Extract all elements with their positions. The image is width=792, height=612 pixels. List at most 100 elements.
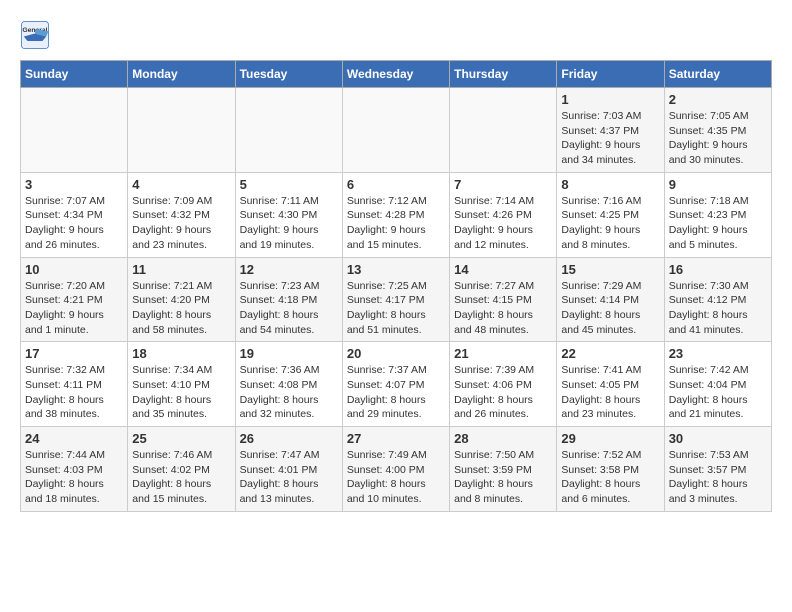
day-number: 28: [454, 431, 552, 446]
calendar-cell: 14 Sunrise: 7:27 AM Sunset: 4:15 PM Dayli…: [450, 257, 557, 342]
day-number: 13: [347, 262, 445, 277]
calendar-cell: 16 Sunrise: 7:30 AM Sunset: 4:12 PM Dayli…: [664, 257, 771, 342]
day-number: 21: [454, 346, 552, 361]
logo: General: [20, 20, 54, 50]
calendar-cell: [342, 88, 449, 173]
day-info: Sunrise: 7:41 AM Sunset: 4:05 PM Dayligh…: [561, 363, 659, 422]
day-info: Sunrise: 7:14 AM Sunset: 4:26 PM Dayligh…: [454, 194, 552, 253]
calendar-cell: 10 Sunrise: 7:20 AM Sunset: 4:21 PM Dayli…: [21, 257, 128, 342]
calendar-cell: 19 Sunrise: 7:36 AM Sunset: 4:08 PM Dayli…: [235, 342, 342, 427]
day-number: 22: [561, 346, 659, 361]
calendar-cell: 29Sunrise: 7:52 AM Sunset: 3:58 PM Dayli…: [557, 427, 664, 512]
day-info: Sunrise: 7:05 AM Sunset: 4:35 PM Dayligh…: [669, 109, 767, 168]
day-info: Sunrise: 7:29 AM Sunset: 4:14 PM Dayligh…: [561, 279, 659, 338]
column-header-saturday: Saturday: [664, 61, 771, 88]
day-number: 19: [240, 346, 338, 361]
week-row-4: 17 Sunrise: 7:32 AM Sunset: 4:11 PM Dayli…: [21, 342, 772, 427]
day-number: 4: [132, 177, 230, 192]
day-info: Sunrise: 7:03 AM Sunset: 4:37 PM Dayligh…: [561, 109, 659, 168]
day-info: Sunrise: 7:09 AM Sunset: 4:32 PM Dayligh…: [132, 194, 230, 253]
day-info: Sunrise: 7:52 AM Sunset: 3:58 PM Dayligh…: [561, 448, 659, 507]
day-info: Sunrise: 7:44 AM Sunset: 4:03 PM Dayligh…: [25, 448, 123, 507]
day-info: Sunrise: 7:30 AM Sunset: 4:12 PM Dayligh…: [669, 279, 767, 338]
day-info: Sunrise: 7:53 AM Sunset: 3:57 PM Dayligh…: [669, 448, 767, 507]
day-number: 2: [669, 92, 767, 107]
calendar-cell: 17 Sunrise: 7:32 AM Sunset: 4:11 PM Dayli…: [21, 342, 128, 427]
calendar-cell: 26 Sunrise: 7:47 AM Sunset: 4:01 PM Dayli…: [235, 427, 342, 512]
calendar-cell: 11Sunrise: 7:21 AM Sunset: 4:20 PM Dayli…: [128, 257, 235, 342]
day-info: Sunrise: 7:39 AM Sunset: 4:06 PM Dayligh…: [454, 363, 552, 422]
day-number: 9: [669, 177, 767, 192]
calendar-cell: 5 Sunrise: 7:11 AM Sunset: 4:30 PM Daylig…: [235, 172, 342, 257]
column-header-wednesday: Wednesday: [342, 61, 449, 88]
day-number: 16: [669, 262, 767, 277]
day-number: 30: [669, 431, 767, 446]
day-number: 12: [240, 262, 338, 277]
day-info: Sunrise: 7:49 AM Sunset: 4:00 PM Dayligh…: [347, 448, 445, 507]
day-info: Sunrise: 7:46 AM Sunset: 4:02 PM Dayligh…: [132, 448, 230, 507]
day-info: Sunrise: 7:34 AM Sunset: 4:10 PM Dayligh…: [132, 363, 230, 422]
day-number: 18: [132, 346, 230, 361]
calendar-cell: 30 Sunrise: 7:53 AM Sunset: 3:57 PM Dayli…: [664, 427, 771, 512]
calendar-cell: 7 Sunrise: 7:14 AM Sunset: 4:26 PM Daylig…: [450, 172, 557, 257]
week-row-5: 24 Sunrise: 7:44 AM Sunset: 4:03 PM Dayli…: [21, 427, 772, 512]
calendar-cell: 27 Sunrise: 7:49 AM Sunset: 4:00 PM Dayli…: [342, 427, 449, 512]
day-number: 26: [240, 431, 338, 446]
day-info: Sunrise: 7:25 AM Sunset: 4:17 PM Dayligh…: [347, 279, 445, 338]
day-info: Sunrise: 7:50 AM Sunset: 3:59 PM Dayligh…: [454, 448, 552, 507]
logo-icon: General: [20, 20, 50, 50]
day-number: 24: [25, 431, 123, 446]
calendar-table: SundayMondayTuesdayWednesdayThursdayFrid…: [20, 60, 772, 512]
calendar-cell: 9 Sunrise: 7:18 AM Sunset: 4:23 PM Daylig…: [664, 172, 771, 257]
calendar-cell: 15Sunrise: 7:29 AM Sunset: 4:14 PM Dayli…: [557, 257, 664, 342]
day-number: 10: [25, 262, 123, 277]
day-info: Sunrise: 7:21 AM Sunset: 4:20 PM Dayligh…: [132, 279, 230, 338]
day-info: Sunrise: 7:16 AM Sunset: 4:25 PM Dayligh…: [561, 194, 659, 253]
day-number: 1: [561, 92, 659, 107]
calendar-cell: 18 Sunrise: 7:34 AM Sunset: 4:10 PM Dayli…: [128, 342, 235, 427]
day-info: Sunrise: 7:36 AM Sunset: 4:08 PM Dayligh…: [240, 363, 338, 422]
calendar-cell: 24 Sunrise: 7:44 AM Sunset: 4:03 PM Dayli…: [21, 427, 128, 512]
day-info: Sunrise: 7:37 AM Sunset: 4:07 PM Dayligh…: [347, 363, 445, 422]
day-info: Sunrise: 7:27 AM Sunset: 4:15 PM Dayligh…: [454, 279, 552, 338]
calendar-cell: 21 Sunrise: 7:39 AM Sunset: 4:06 PM Dayli…: [450, 342, 557, 427]
day-number: 20: [347, 346, 445, 361]
calendar-body: 1 Sunrise: 7:03 AM Sunset: 4:37 PM Daylig…: [21, 88, 772, 512]
calendar-cell: 4 Sunrise: 7:09 AM Sunset: 4:32 PM Daylig…: [128, 172, 235, 257]
week-row-2: 3Sunrise: 7:07 AM Sunset: 4:34 PM Daylig…: [21, 172, 772, 257]
day-number: 5: [240, 177, 338, 192]
day-info: Sunrise: 7:18 AM Sunset: 4:23 PM Dayligh…: [669, 194, 767, 253]
calendar-cell: 23Sunrise: 7:42 AM Sunset: 4:04 PM Dayli…: [664, 342, 771, 427]
calendar-cell: [21, 88, 128, 173]
week-row-3: 10 Sunrise: 7:20 AM Sunset: 4:21 PM Dayli…: [21, 257, 772, 342]
column-header-sunday: Sunday: [21, 61, 128, 88]
day-info: Sunrise: 7:11 AM Sunset: 4:30 PM Dayligh…: [240, 194, 338, 253]
day-number: 3: [25, 177, 123, 192]
header-row: SundayMondayTuesdayWednesdayThursdayFrid…: [21, 61, 772, 88]
calendar-cell: 6 Sunrise: 7:12 AM Sunset: 4:28 PM Daylig…: [342, 172, 449, 257]
calendar-cell: 8Sunrise: 7:16 AM Sunset: 4:25 PM Daylig…: [557, 172, 664, 257]
day-info: Sunrise: 7:12 AM Sunset: 4:28 PM Dayligh…: [347, 194, 445, 253]
calendar-cell: 1 Sunrise: 7:03 AM Sunset: 4:37 PM Daylig…: [557, 88, 664, 173]
week-row-1: 1 Sunrise: 7:03 AM Sunset: 4:37 PM Daylig…: [21, 88, 772, 173]
day-number: 14: [454, 262, 552, 277]
day-number: 17: [25, 346, 123, 361]
day-info: Sunrise: 7:32 AM Sunset: 4:11 PM Dayligh…: [25, 363, 123, 422]
column-header-tuesday: Tuesday: [235, 61, 342, 88]
calendar-cell: 20 Sunrise: 7:37 AM Sunset: 4:07 PM Dayli…: [342, 342, 449, 427]
calendar-cell: 13 Sunrise: 7:25 AM Sunset: 4:17 PM Dayli…: [342, 257, 449, 342]
day-number: 6: [347, 177, 445, 192]
day-number: 27: [347, 431, 445, 446]
day-info: Sunrise: 7:47 AM Sunset: 4:01 PM Dayligh…: [240, 448, 338, 507]
day-info: Sunrise: 7:23 AM Sunset: 4:18 PM Dayligh…: [240, 279, 338, 338]
calendar-cell: [128, 88, 235, 173]
day-info: Sunrise: 7:20 AM Sunset: 4:21 PM Dayligh…: [25, 279, 123, 338]
calendar-cell: 28 Sunrise: 7:50 AM Sunset: 3:59 PM Dayli…: [450, 427, 557, 512]
day-number: 23: [669, 346, 767, 361]
calendar-cell: 3Sunrise: 7:07 AM Sunset: 4:34 PM Daylig…: [21, 172, 128, 257]
header: General: [20, 20, 772, 50]
day-number: 7: [454, 177, 552, 192]
calendar-cell: [235, 88, 342, 173]
day-number: 25: [132, 431, 230, 446]
calendar-cell: 2 Sunrise: 7:05 AM Sunset: 4:35 PM Daylig…: [664, 88, 771, 173]
